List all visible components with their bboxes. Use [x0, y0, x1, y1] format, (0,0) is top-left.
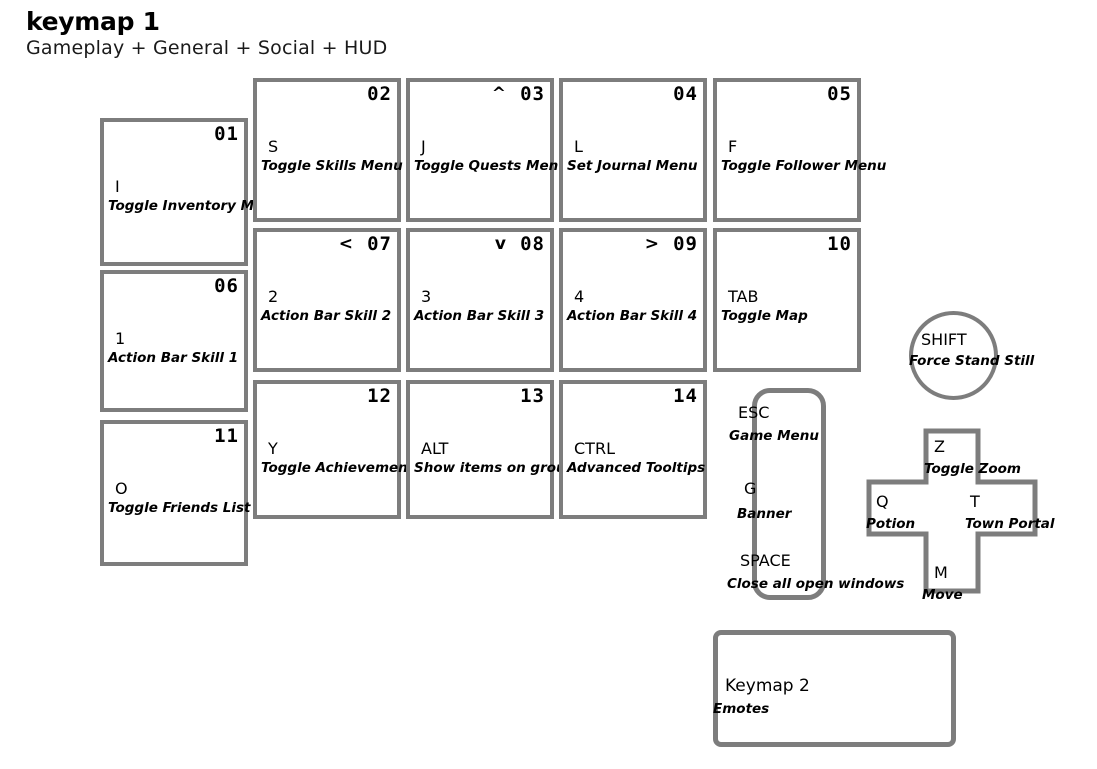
key-binding-label: ALT	[421, 439, 449, 458]
keymap-2-description: Emotes	[713, 701, 770, 717]
key-description: Toggle Achievements	[261, 460, 423, 476]
page-title: keymap 1	[26, 7, 160, 36]
key-binding-label: TAB	[728, 287, 759, 306]
key-binding-label: 3	[421, 287, 432, 306]
key-binding-label: 4	[574, 287, 585, 306]
key-05[interactable]: 05 F Toggle Follower Menu	[713, 78, 886, 222]
key-14[interactable]: 14 CTRL Advanced Tooltips	[559, 380, 707, 519]
key-description: Toggle Zoom	[924, 461, 1021, 477]
key-number: 12	[367, 385, 392, 407]
key-binding-label: O	[115, 479, 128, 498]
key-number: 05	[827, 83, 852, 105]
keymap-2-label: Keymap 2	[725, 676, 810, 696]
key-binding-label: SPACE	[740, 551, 791, 570]
key-description: Toggle Map	[721, 308, 808, 324]
key-description: Toggle Friends List	[108, 500, 251, 516]
key-06[interactable]: 06 1 Action Bar Skill 1	[100, 270, 248, 412]
key-description: Action Bar Skill 1	[108, 350, 239, 366]
page-subtitle: Gameplay + General + Social + HUD	[26, 37, 388, 59]
key-number: 04	[673, 83, 698, 105]
key-12[interactable]: 12 Y Toggle Achievements	[253, 380, 422, 519]
key-description: Game Menu	[729, 428, 819, 444]
key-description: Toggle Follower Menu	[721, 158, 887, 174]
key-13[interactable]: 13 ALT Show items on ground	[406, 380, 585, 519]
key-binding-label: Q	[876, 492, 889, 511]
key-number: 13	[520, 385, 545, 407]
key-number: 03	[520, 83, 545, 105]
key-number: 02	[367, 83, 392, 105]
key-binding-label: L	[574, 137, 583, 156]
key-10[interactable]: 10 TAB Toggle Map	[713, 228, 861, 372]
key-08[interactable]: v 08 3 Action Bar Skill 3	[406, 228, 554, 372]
chevron-up-icon: ^	[491, 84, 506, 104]
key-number: 08	[520, 233, 545, 255]
key-description: Toggle Skills Menu	[261, 158, 403, 174]
key-number: 06	[214, 275, 239, 297]
key-01[interactable]: 01 I Toggle Inventory Menu	[100, 118, 282, 266]
key-description: Action Bar Skill 2	[261, 308, 392, 324]
key-description: Action Bar Skill 3	[414, 308, 545, 324]
key-02[interactable]: 02 S Toggle Skills Menu	[253, 78, 403, 222]
key-description: Action Bar Skill 4	[567, 308, 698, 324]
key-09[interactable]: >09 4 Action Bar Skill 4	[559, 228, 707, 372]
key-binding-label: G	[744, 479, 757, 498]
key-03[interactable]: ^ 03 J Toggle Quests Menu	[406, 78, 568, 222]
chevron-down-icon: v	[494, 234, 506, 254]
cross-shape-icon	[866, 428, 1038, 594]
key-binding-label: M	[934, 563, 948, 582]
key-04[interactable]: 04 L Set Journal Menu	[559, 78, 707, 222]
key-binding-label: T	[970, 492, 980, 511]
key-group-cross[interactable]	[866, 428, 1038, 594]
key-binding-label: CTRL	[574, 439, 615, 458]
key-11[interactable]: 11 O Toggle Friends List	[100, 420, 251, 566]
key-number: 07	[367, 233, 392, 255]
key-binding-label: ESC	[738, 403, 770, 422]
key-07[interactable]: <07 2 Action Bar Skill 2	[253, 228, 401, 372]
chevron-left-icon: <	[338, 234, 353, 254]
key-description: Town Portal	[965, 516, 1055, 532]
key-description: Advanced Tooltips	[567, 460, 706, 476]
key-number: 11	[214, 425, 239, 447]
key-number: 09	[673, 233, 698, 255]
key-binding-label: I	[115, 177, 120, 196]
page-header: keymap 1 Gameplay + General + Social + H…	[26, 8, 387, 60]
key-binding-label: Y	[268, 439, 278, 458]
key-number: 01	[214, 123, 239, 145]
key-binding-label: 2	[268, 287, 279, 306]
key-description: Move	[922, 587, 963, 603]
key-binding-label: J	[421, 137, 426, 156]
key-description: Toggle Quests Menu	[414, 158, 568, 174]
chevron-right-icon: >	[644, 234, 659, 254]
key-shift-label: SHIFT	[921, 330, 967, 349]
key-number: 10	[827, 233, 852, 255]
key-number: 14	[673, 385, 698, 407]
key-description: Set Journal Menu	[567, 158, 698, 174]
key-shift-description: Force Stand Still	[909, 353, 1035, 369]
key-binding-label: 1	[115, 329, 126, 348]
key-binding-label: Z	[934, 437, 945, 456]
key-binding-label: S	[268, 137, 279, 156]
key-binding-label: F	[728, 137, 738, 156]
key-description: Banner	[737, 506, 792, 522]
key-description: Potion	[866, 516, 916, 532]
